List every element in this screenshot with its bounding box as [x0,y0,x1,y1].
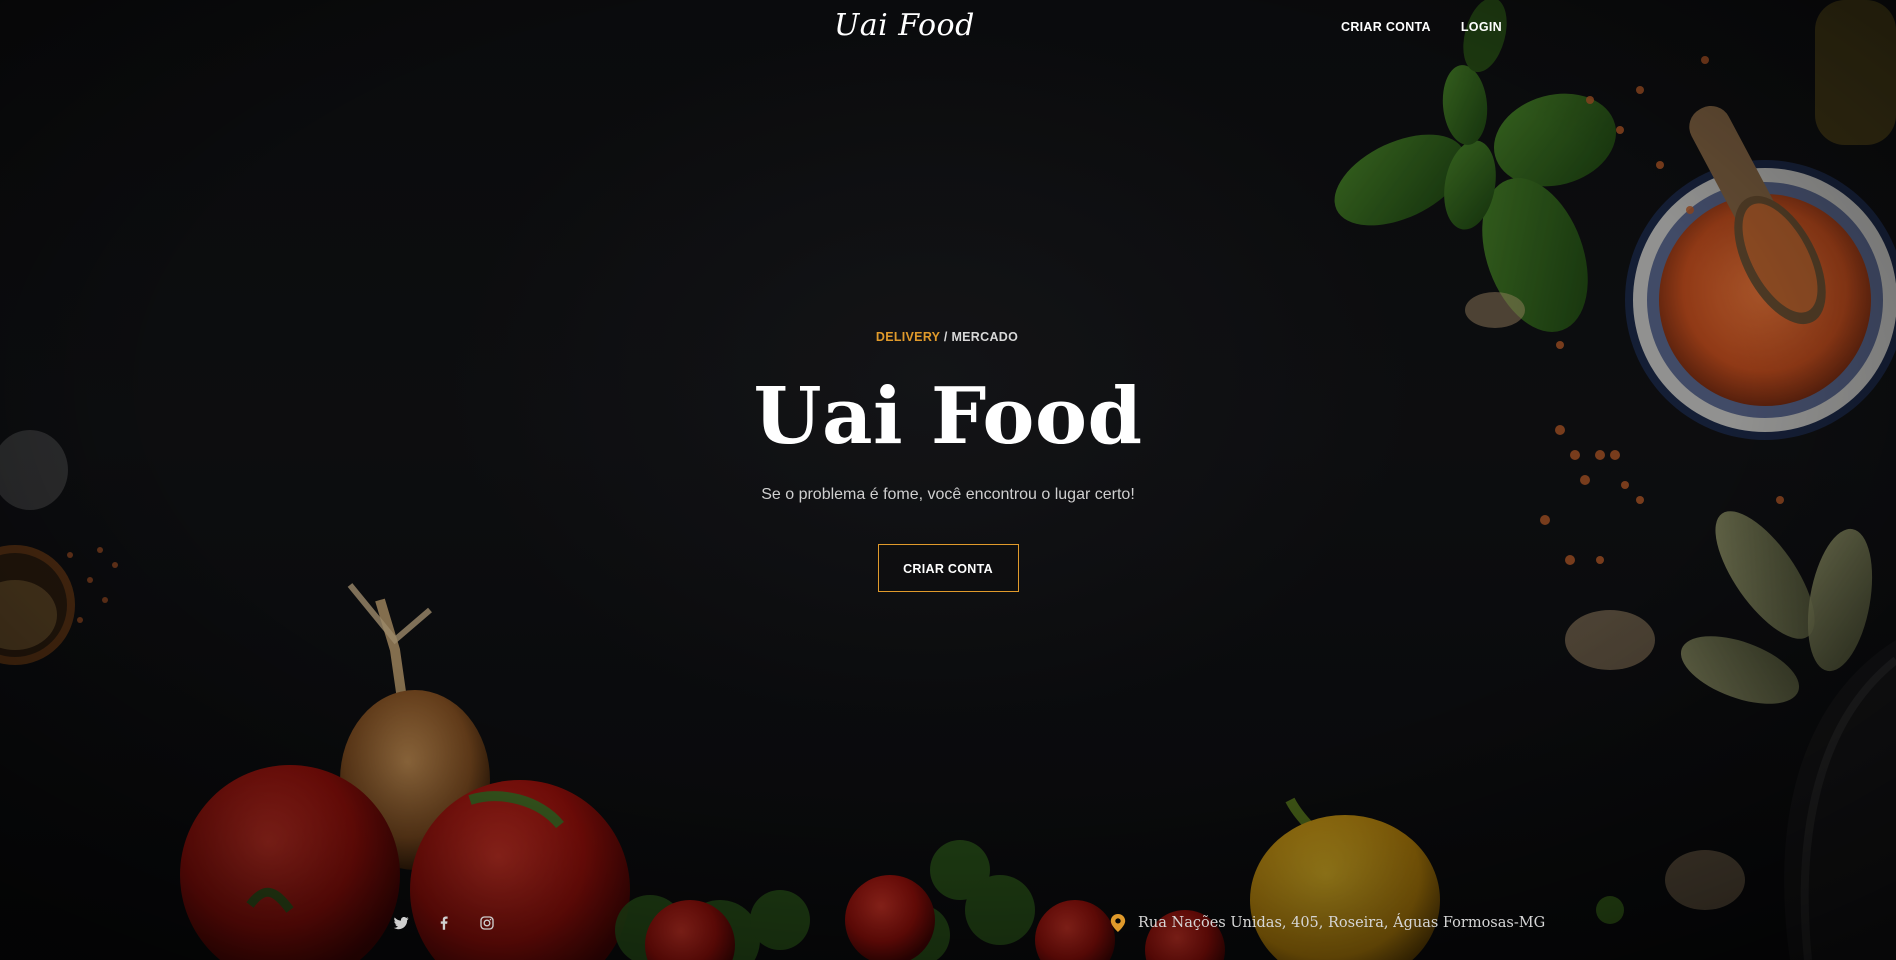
hero-subtitle: Se o problema é fome, você encontrou o l… [761,486,1135,503]
eyebrow-delivery: DELIVERY [875,330,941,344]
facebook-icon[interactable] [435,914,453,932]
nav-signup-link[interactable]: CRIAR CONTA [1341,20,1431,34]
site-header: Uai Food CRIAR CONTA LOGIN [0,0,1896,56]
hero-signup-button[interactable]: CRIAR CONTA [877,544,1019,592]
footer-social-links [392,914,496,932]
brand-logo[interactable]: Uai Food [834,8,975,43]
map-pin-icon [1110,914,1126,932]
hero-eyebrow: DELIVERY / MERCADO [0,330,1896,344]
top-nav: CRIAR CONTA LOGIN [1341,20,1502,34]
eyebrow-separator: / [940,330,952,344]
instagram-icon[interactable] [478,914,496,932]
footer-address: Rua Nações Unidas, 405, Roseira, Águas F… [1110,914,1545,932]
address-text: Rua Nações Unidas, 405, Roseira, Águas F… [1138,915,1546,931]
hero-section: DELIVERY / MERCADO Uai Food Se o problem… [0,330,1896,592]
eyebrow-mercado: MERCADO [951,330,1019,344]
twitter-icon[interactable] [392,914,410,932]
hero-title: Uai Food [753,371,1143,462]
nav-login-link[interactable]: LOGIN [1461,20,1502,34]
